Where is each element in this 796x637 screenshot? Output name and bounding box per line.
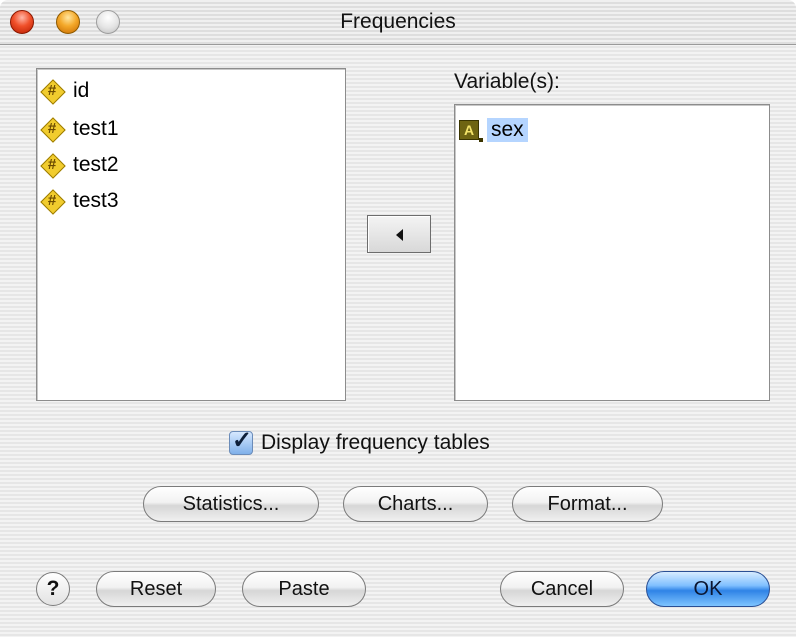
- scale-variable-icon: #: [41, 80, 63, 102]
- source-variable-list[interactable]: # id # test1 # test2 # test3: [36, 68, 346, 401]
- statistics-button[interactable]: Statistics...: [143, 486, 319, 522]
- ok-button[interactable]: OK: [646, 571, 770, 607]
- variable-item-test3[interactable]: # test3: [41, 186, 119, 216]
- checkbox-label: Display frequency tables: [261, 431, 490, 454]
- display-frequency-tables-option[interactable]: ✓ Display frequency tables: [229, 427, 490, 458]
- variable-label: test3: [73, 189, 119, 212]
- variable-item-test2[interactable]: # test2: [41, 150, 119, 180]
- window-title: Frequencies: [340, 10, 456, 33]
- variable-item-id[interactable]: # id: [41, 76, 90, 106]
- variable-item-sex[interactable]: A sex: [459, 115, 528, 145]
- variable-label: test1: [73, 117, 119, 140]
- format-button[interactable]: Format...: [512, 486, 663, 522]
- variable-label: id: [73, 79, 90, 102]
- scale-variable-icon: #: [41, 154, 63, 176]
- display-frequency-tables-checkbox[interactable]: ✓: [229, 427, 253, 455]
- reset-button[interactable]: Reset: [96, 571, 216, 607]
- paste-button[interactable]: Paste: [242, 571, 366, 607]
- selected-variables-list[interactable]: A sex: [454, 104, 770, 401]
- variable-label: test2: [73, 153, 119, 176]
- variables-label: Variable(s):: [454, 70, 560, 93]
- help-button[interactable]: ?: [36, 572, 70, 606]
- cancel-button[interactable]: Cancel: [500, 571, 624, 607]
- left-arrow-icon: [396, 229, 403, 241]
- variable-item-test1[interactable]: # test1: [41, 114, 119, 144]
- move-variable-button[interactable]: [367, 215, 431, 253]
- scale-variable-icon: #: [41, 118, 63, 140]
- title-bar[interactable]: Frequencies: [0, 0, 796, 45]
- frequencies-dialog: Frequencies # id # test1 # test2 # test3…: [0, 0, 796, 637]
- checkmark-icon: ✓: [232, 427, 253, 454]
- string-variable-icon: A: [459, 119, 483, 142]
- scale-variable-icon: #: [41, 190, 63, 212]
- charts-button[interactable]: Charts...: [343, 486, 488, 522]
- variable-label: sex: [487, 118, 528, 142]
